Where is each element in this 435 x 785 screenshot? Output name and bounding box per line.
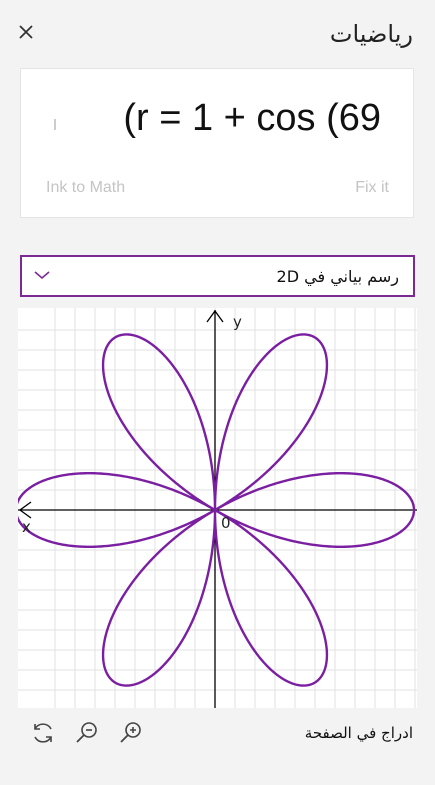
panel-title: رياضيات bbox=[329, 20, 413, 48]
refresh-icon bbox=[34, 723, 52, 743]
zoom-out-button[interactable] bbox=[74, 720, 100, 746]
zoom-in-icon bbox=[120, 722, 141, 743]
fix-it-button[interactable]: Fix it bbox=[355, 179, 389, 197]
graph-plot: y x 0 bbox=[18, 308, 417, 708]
y-axis-label: y bbox=[233, 313, 242, 331]
zoom-in-button[interactable] bbox=[118, 720, 144, 746]
zoom-out-icon bbox=[76, 722, 97, 743]
equation-card: (r = 1 + cos (69 Ink to Math Fix it bbox=[20, 68, 414, 218]
ink-cursor-mark bbox=[54, 119, 56, 130]
x-axis-label: x bbox=[22, 518, 31, 536]
graph-mode-selected: رسم بياني في 2D bbox=[276, 267, 399, 286]
insert-on-page-button[interactable]: ادراج في الصفحة bbox=[305, 724, 413, 742]
close-button[interactable] bbox=[14, 20, 38, 44]
origin-label: 0 bbox=[221, 514, 231, 532]
chevron-down-icon bbox=[34, 271, 50, 280]
equation-display[interactable]: (r = 1 + cos (69 bbox=[123, 97, 381, 140]
header: رياضيات bbox=[0, 0, 435, 66]
close-icon bbox=[19, 25, 33, 39]
graph-canvas[interactable]: y x 0 bbox=[18, 308, 417, 708]
refresh-button[interactable] bbox=[30, 720, 56, 746]
graph-toolbar: ادراج في الصفحة bbox=[18, 708, 417, 758]
ink-to-math-button[interactable]: Ink to Math bbox=[46, 179, 125, 197]
graph-mode-dropdown[interactable]: رسم بياني في 2D bbox=[20, 255, 415, 297]
